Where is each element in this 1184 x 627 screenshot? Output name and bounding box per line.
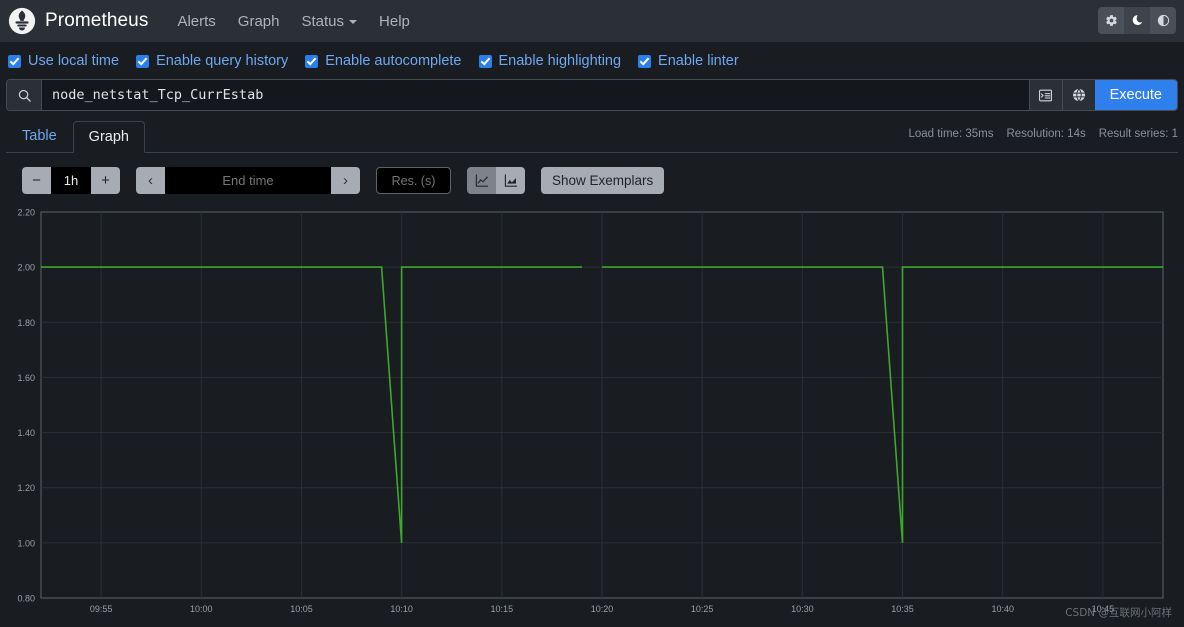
option-label-enable-autocomplete: Enable autocomplete <box>325 53 462 69</box>
theme-light-button[interactable] <box>1098 7 1124 34</box>
brand[interactable]: Prometheus <box>0 7 148 35</box>
theme-dark-button[interactable] <box>1124 7 1150 34</box>
nav-link-help-label: Help <box>379 12 410 30</box>
prometheus-torch-logo <box>8 7 36 35</box>
theme-switcher <box>1098 7 1176 34</box>
option-enable-highlighting[interactable]: Enable highlighting <box>478 53 622 69</box>
option-enable-autocomplete[interactable]: Enable autocomplete <box>305 53 462 69</box>
svg-text:10:25: 10:25 <box>691 604 714 614</box>
watermark: CSDN @互联网小阿样 <box>1065 607 1172 619</box>
range-increase-button[interactable]: + <box>91 167 120 194</box>
svg-text:2.20: 2.20 <box>17 208 35 218</box>
svg-text:2.00: 2.00 <box>17 263 35 273</box>
format-query-icon <box>1039 89 1053 101</box>
search-icon <box>18 89 31 102</box>
graph-toolbar: − + ‹ › Show Exemplars <box>0 153 1184 204</box>
checkbox-enable-query-history[interactable] <box>136 54 150 68</box>
stacked-chart-icon <box>504 174 517 187</box>
nav-link-help[interactable]: Help <box>368 7 421 36</box>
chart-type-stacked-button[interactable] <box>496 167 525 194</box>
range-decrease-button[interactable]: − <box>22 167 51 194</box>
svg-text:10:35: 10:35 <box>891 604 914 614</box>
meta-resolution: Resolution: 14s <box>1006 128 1086 140</box>
svg-text:10:20: 10:20 <box>591 604 614 614</box>
svg-text:0.80: 0.80 <box>17 594 35 604</box>
svg-text:1.20: 1.20 <box>17 483 35 493</box>
svg-text:10:15: 10:15 <box>491 604 514 614</box>
tab-graph[interactable]: Graph <box>72 121 145 153</box>
meta-result-series: Result series: 1 <box>1098 128 1178 140</box>
end-time-input[interactable] <box>165 167 331 194</box>
option-label-enable-linter: Enable linter <box>658 53 739 69</box>
end-time-prev-button[interactable]: ‹ <box>136 167 165 194</box>
option-label-enable-query-history: Enable query history <box>156 53 289 69</box>
svg-text:10:10: 10:10 <box>390 604 413 614</box>
checkbox-enable-linter[interactable] <box>638 54 652 68</box>
query-input[interactable] <box>42 80 1029 110</box>
option-use-local-time[interactable]: Use local time <box>8 53 119 69</box>
query-options: Use local time Enable query history Enab… <box>0 42 1184 79</box>
nav-link-alerts-label: Alerts <box>177 12 216 30</box>
nav-link-graph[interactable]: Graph <box>227 7 291 36</box>
result-tabs: Table Graph Load time: 35ms Resolution: … <box>6 120 1178 153</box>
svg-text:1.40: 1.40 <box>17 428 35 438</box>
navbar: Prometheus Alerts Graph Status Help <box>0 0 1184 42</box>
half-circle-icon <box>1157 14 1169 27</box>
nav-link-graph-label: Graph <box>237 12 280 30</box>
line-chart-icon <box>475 174 488 187</box>
show-exemplars-button[interactable]: Show Exemplars <box>541 167 665 194</box>
svg-text:10:05: 10:05 <box>290 604 313 614</box>
end-time-next-button[interactable]: › <box>331 167 360 194</box>
svg-text:10:00: 10:00 <box>190 604 213 614</box>
metrics-explorer-globe-icon <box>1072 88 1085 102</box>
search-button[interactable] <box>7 80 42 110</box>
resolution-input[interactable] <box>376 167 451 194</box>
nav-links: Alerts Graph Status Help <box>166 7 420 36</box>
range-stepper: − + <box>22 167 120 194</box>
checkbox-enable-highlighting[interactable] <box>478 54 492 68</box>
nav-link-status-label: Status <box>301 12 345 30</box>
format-query-button[interactable] <box>1028 80 1062 110</box>
range-input[interactable] <box>51 167 91 194</box>
gear-icon <box>1105 15 1117 26</box>
svg-text:09:55: 09:55 <box>90 604 113 614</box>
option-label-use-local-time: Use local time <box>28 53 120 69</box>
option-label-enable-highlighting: Enable highlighting <box>498 53 622 69</box>
meta-load-time: Load time: 35ms <box>908 128 994 140</box>
execute-button[interactable]: Execute <box>1094 80 1177 110</box>
brand-name: Prometheus <box>45 10 149 31</box>
moon-icon <box>1132 15 1142 26</box>
option-enable-linter[interactable]: Enable linter <box>638 53 739 69</box>
svg-text:10:40: 10:40 <box>991 604 1014 614</box>
chart-type-toggle <box>467 167 525 194</box>
metrics-explorer-button[interactable] <box>1061 80 1095 110</box>
svg-text:10:30: 10:30 <box>791 604 814 614</box>
graph-panel[interactable]: 2.20 2.00 1.80 1.60 1.40 1.20 1.00 0.80 09:55 10:… <box>6 204 1178 624</box>
svg-text:1.80: 1.80 <box>17 318 35 328</box>
chevron-down-icon <box>349 19 358 24</box>
checkbox-use-local-time[interactable] <box>8 54 21 68</box>
theme-auto-button[interactable] <box>1150 7 1176 34</box>
query-bar: Execute <box>6 79 1178 111</box>
svg-text:1.00: 1.00 <box>17 538 35 548</box>
nav-link-alerts[interactable]: Alerts <box>166 7 226 36</box>
option-enable-query-history[interactable]: Enable query history <box>136 53 288 69</box>
checkbox-enable-autocomplete[interactable] <box>305 54 319 68</box>
end-time-picker: ‹ › <box>136 167 360 194</box>
tab-table[interactable]: Table <box>6 120 73 152</box>
time-series-chart[interactable]: 2.20 2.00 1.80 1.60 1.40 1.20 1.00 0.80 09:55 10:… <box>6 204 1178 624</box>
svg-text:1.60: 1.60 <box>17 373 35 383</box>
query-meta: Load time: 35ms Resolution: 14s Result s… <box>908 128 1178 140</box>
chart-type-line-button[interactable] <box>467 167 496 194</box>
nav-link-status[interactable]: Status <box>291 7 369 36</box>
